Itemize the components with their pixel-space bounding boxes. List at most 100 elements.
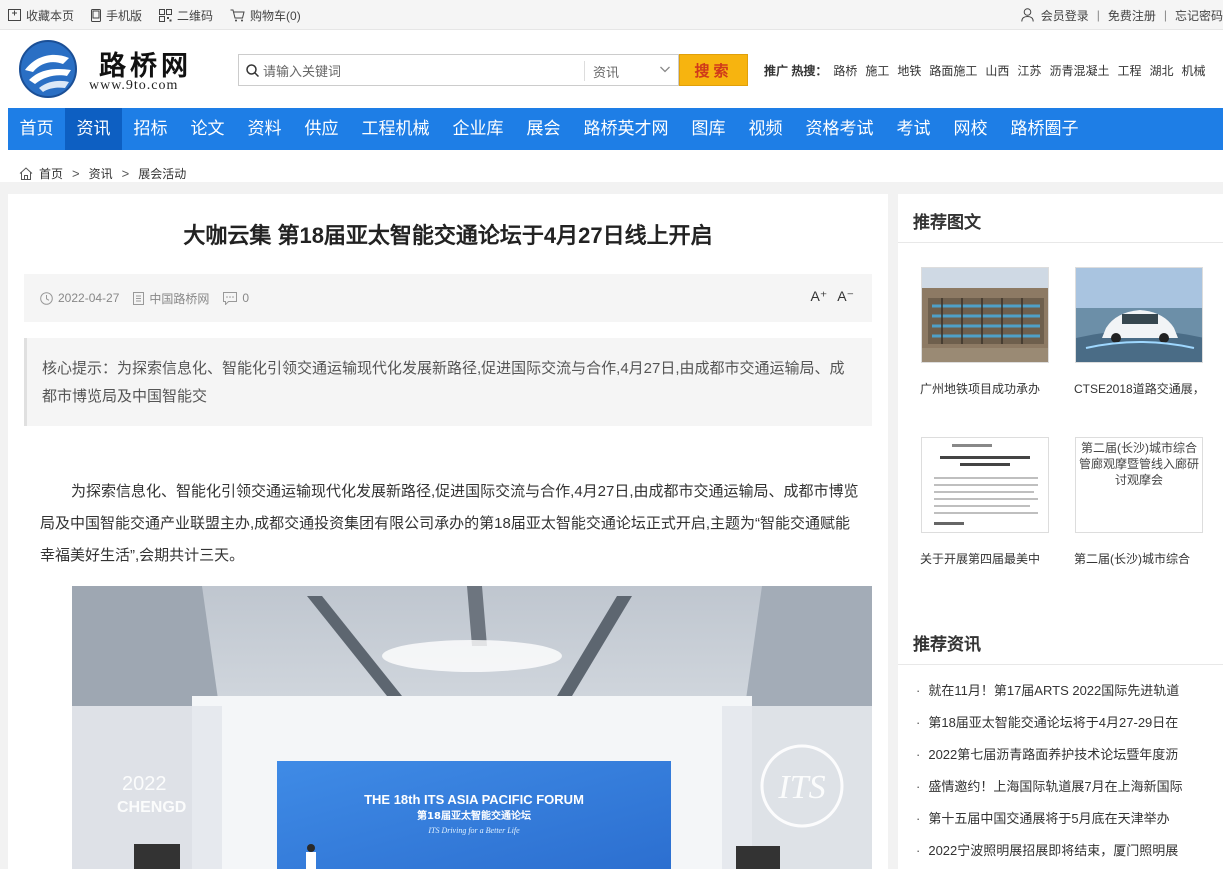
right-wall-logo-text: ITS xyxy=(777,769,825,806)
hot-keyword[interactable]: 湖北 xyxy=(1149,62,1173,79)
nav-item-papers[interactable]: 论文 xyxy=(179,108,236,150)
search-input[interactable] xyxy=(263,61,563,81)
bullet: · xyxy=(916,747,921,762)
news-item[interactable]: · 第18届亚太智能交通论坛将于4月27-29日在 xyxy=(916,710,1216,742)
clock-icon xyxy=(40,291,53,305)
cart-link[interactable]: 购物车(0) xyxy=(230,7,301,24)
nav-item-home[interactable]: 首页 xyxy=(8,108,65,150)
font-decrease-button[interactable]: A⁻ xyxy=(837,288,854,305)
mobile-link[interactable]: 手机版 xyxy=(91,7,142,24)
news-item[interactable]: · 2022第七届沥青路面养护技术论坛暨年度沥 xyxy=(916,742,1216,774)
recommended-picture-caption[interactable]: 关于开展第四届最美中 xyxy=(920,550,1050,567)
nav-item-machinery[interactable]: 工程机械 xyxy=(350,108,441,150)
bullet: · xyxy=(916,715,921,730)
login-link[interactable]: 会员登录 xyxy=(1041,7,1089,24)
qrcode-icon xyxy=(159,8,173,22)
article-title: 大咖云集 第18届亚太智能交通论坛于4月27日线上开启 xyxy=(183,223,713,248)
article-photo: THE 18th ITS ASIA PACIFIC FORUM 第18届亚太智能… xyxy=(72,586,872,869)
hot-keyword[interactable]: 江苏 xyxy=(1017,62,1041,79)
nav-item-school[interactable]: 网校 xyxy=(942,108,999,150)
hot-keyword[interactable]: 机械 xyxy=(1181,62,1205,79)
nav-item-tender[interactable]: 招标 xyxy=(122,108,179,150)
hot-keyword[interactable]: 沥青混凝土 xyxy=(1049,62,1109,79)
article-source-text: 中国路桥网 xyxy=(149,291,210,306)
mobile-icon xyxy=(91,8,102,22)
breadcrumb-news[interactable]: 资讯 xyxy=(89,165,113,182)
search-bar: 资讯 搜索 xyxy=(238,54,748,86)
nav-item-community[interactable]: 路桥圈子 xyxy=(999,108,1090,150)
bookmark-link[interactable]: 收藏本页 xyxy=(8,7,74,24)
bullet: · xyxy=(916,811,921,826)
article-body: 为探索信息化、智能化引领交通运输现代化发展新路径,促进国际交流与合作,4月27日… xyxy=(40,483,859,564)
document-icon xyxy=(133,291,145,305)
recommended-picture-2[interactable] xyxy=(1075,267,1203,363)
hot-search: 推广 热搜： 路桥 施工 地铁 路面施工 山西 江苏 沥青混凝土 工程 湖北 机… xyxy=(764,62,1214,79)
news-item-title: 第十五届中国交通展将于5月底在天津举办 xyxy=(928,811,1170,826)
news-item[interactable]: · 2022宁波照明展招展即将结束，厦门照明展 xyxy=(916,838,1216,870)
recommended-picture-1[interactable] xyxy=(921,267,1049,363)
search-button[interactable]: 搜索 xyxy=(679,54,748,86)
news-item[interactable]: · 盛情邀约！上海国际轨道展7月在上海新国际 xyxy=(916,774,1216,806)
hot-keyword[interactable]: 山西 xyxy=(985,62,1009,79)
breadcrumb-exhibitions[interactable]: 展会活动 xyxy=(138,165,186,182)
hot-keyword[interactable]: 施工 xyxy=(865,62,889,79)
nav-item-qualification[interactable]: 资格考试 xyxy=(794,108,885,150)
comment-icon xyxy=(223,291,238,305)
top-bar: 收藏本页 手机版 二维码 购物车(0) 会员登录 | 免费注册 | 忘记密码 xyxy=(0,0,1223,30)
font-increase-button[interactable]: A⁺ xyxy=(811,288,828,305)
article-meta: 2022-04-27 中国路桥网 0 A⁺ A⁻ xyxy=(24,274,872,322)
forgot-password-link[interactable]: 忘记密码 xyxy=(1175,7,1223,24)
mobile-label: 手机版 xyxy=(106,8,143,23)
bullet: · xyxy=(916,779,921,794)
bullet: · xyxy=(916,683,921,698)
hot-keyword[interactable]: 路面施工 xyxy=(929,62,977,79)
nav-item-exam[interactable]: 考试 xyxy=(885,108,942,150)
breadcrumb-home[interactable]: 首页 xyxy=(39,165,63,182)
nav-item-materials[interactable]: 资料 xyxy=(236,108,293,150)
article-comments[interactable]: 0 xyxy=(223,291,249,305)
hot-keyword[interactable]: 路桥 xyxy=(833,62,857,79)
banner-cn-title: 第18届亚太智能交通论坛 xyxy=(417,809,531,822)
bookmark-label: 收藏本页 xyxy=(26,8,75,23)
main-nav: 首页 资讯 招标 论文 资料 供应 工程机械 企业库 展会 路桥英才网 图库 视… xyxy=(8,108,1223,150)
nav-item-companies[interactable]: 企业库 xyxy=(441,108,515,150)
chevron-down-icon[interactable] xyxy=(659,63,671,75)
nav-item-video[interactable]: 视频 xyxy=(737,108,794,150)
site-logo[interactable]: 路桥网 www.9to.com xyxy=(19,38,219,100)
nav-item-news[interactable]: 资讯 xyxy=(65,108,122,150)
search-divider xyxy=(584,61,585,81)
divider xyxy=(898,664,1223,665)
top-bar-right: 会员登录 | 免费注册 | 忘记密码 xyxy=(1021,0,1223,30)
article-date-text: 2022-04-27 xyxy=(58,291,120,305)
hot-keyword[interactable]: 地铁 xyxy=(897,62,921,79)
hot-keyword[interactable]: 工程 xyxy=(1117,62,1141,79)
nav-item-jobs[interactable]: 路桥英才网 xyxy=(572,108,680,150)
document-thumbnail xyxy=(922,438,1048,532)
cart-icon xyxy=(230,9,245,21)
nav-item-gallery[interactable]: 图库 xyxy=(680,108,737,150)
recommended-news-list: · 就在11月！第17届ARTS 2022国际先进轨道 · 第18届亚太智能交通论坛… xyxy=(916,678,1216,870)
article-comments-count: 0 xyxy=(242,291,250,305)
news-item-title: 第18届亚太智能交通论坛将于4月27-29日在 xyxy=(928,715,1179,730)
conference-photo-illustration: THE 18th ITS ASIA PACIFIC FORUM 第18届亚太智能… xyxy=(72,586,872,869)
chevron-right-icon: > xyxy=(121,165,130,181)
cart-label: 购物车(0) xyxy=(250,8,301,23)
banner-title: THE 18th ITS ASIA PACIFIC FORUM xyxy=(364,792,584,807)
broken-image-alt-text: 第二届(长沙)城市综合管廊观摩暨管线入廊研讨观摩会 xyxy=(1078,441,1199,487)
recommended-picture-caption[interactable]: 第二届(长沙)城市综合 xyxy=(1074,550,1204,567)
news-item[interactable]: · 第十五届中国交通展将于5月底在天津举办 xyxy=(916,806,1216,838)
recommended-picture-4[interactable]: 第二届(长沙)城市综合管廊观摩暨管线入廊研讨观摩会 xyxy=(1075,437,1203,533)
search-icon xyxy=(246,64,259,77)
search-category-select[interactable]: 资讯 xyxy=(593,62,619,81)
bookmark-icon xyxy=(8,9,21,21)
hot-search-label: 推广 热搜： xyxy=(764,64,828,78)
qrcode-link[interactable]: 二维码 xyxy=(159,7,213,24)
news-item[interactable]: · 就在11月！第17届ARTS 2022国际先进轨道 xyxy=(916,678,1216,710)
recommended-picture-caption[interactable]: 广州地铁项目成功承办 xyxy=(920,380,1050,397)
nav-item-exhibitions[interactable]: 展会 xyxy=(515,108,572,150)
nav-item-supply[interactable]: 供应 xyxy=(293,108,350,150)
register-link[interactable]: 免费注册 xyxy=(1108,7,1156,24)
article-source: 中国路桥网 xyxy=(133,290,209,307)
recommended-picture-3[interactable] xyxy=(921,437,1049,533)
recommended-picture-caption[interactable]: CTSE2018道路交通展， xyxy=(1074,380,1204,397)
